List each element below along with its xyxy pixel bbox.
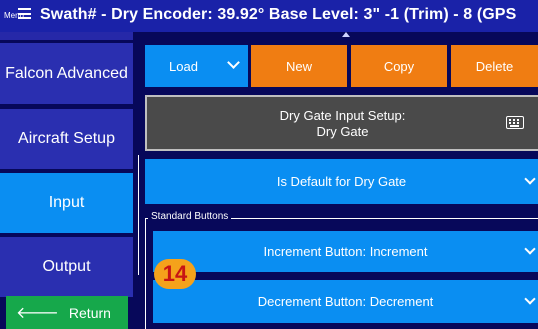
header-bar: Menu Swath# - Dry Encoder: 39.92° Base L… (0, 0, 538, 32)
step-number-badge: 14 (154, 259, 196, 289)
dry-gate-title: Dry Gate Input Setup: (279, 108, 406, 123)
chevron-down-icon (524, 293, 536, 305)
sidebar: Falcon Advanced Aircraft Setup Input Out… (0, 32, 134, 329)
sidebar-item-partial[interactable] (0, 32, 133, 40)
load-dropdown[interactable]: Load (145, 45, 248, 87)
status-title: Swath# - Dry Encoder: 39.92° Base Level:… (40, 6, 517, 23)
dry-gate-input-setup[interactable]: Dry Gate Input Setup: Dry Gate (145, 95, 538, 151)
sidebar-item-label: Output (42, 258, 91, 275)
sidebar-item-input[interactable]: Input (0, 173, 133, 233)
delete-label: Delete (475, 58, 514, 74)
sidebar-item-label: Falcon Advanced (5, 64, 128, 82)
decrement-label: Decrement Button: Decrement (257, 294, 434, 309)
keyboard-icon[interactable] (506, 116, 524, 129)
arrow-left-icon: 🡐 (16, 305, 59, 322)
delete-button[interactable]: Delete (451, 45, 538, 87)
new-label: New (285, 58, 312, 74)
hamburger-menu-icon[interactable] (18, 8, 31, 19)
copy-label: Copy (383, 58, 415, 74)
dry-gate-name: Dry Gate (316, 124, 369, 139)
sidebar-item-output[interactable]: Output (0, 237, 133, 297)
decrement-button-dropdown[interactable]: Decrement Button: Decrement (153, 280, 538, 323)
return-label: Return (68, 304, 111, 321)
copy-button[interactable]: Copy (351, 45, 447, 87)
chevron-down-icon (227, 56, 240, 69)
chevron-down-icon (524, 243, 536, 255)
standard-buttons-label: Standard Buttons (148, 211, 232, 222)
main-panel: Load New Copy Delete Dry Gate Input Setu… (134, 32, 538, 329)
sidebar-item-label: Input (48, 194, 85, 211)
increment-button-dropdown[interactable]: Increment Button: Increment (153, 231, 538, 272)
increment-label: Increment Button: Increment (263, 244, 428, 259)
load-label: Load (169, 58, 198, 74)
new-button[interactable]: New (251, 45, 347, 87)
scroll-up-icon[interactable] (342, 32, 350, 37)
sidebar-item-label: Aircraft Setup (18, 130, 115, 147)
app-window: Menu Swath# - Dry Encoder: 39.92° Base L… (0, 0, 538, 329)
chevron-down-icon (524, 173, 536, 185)
scroll-divider (138, 155, 139, 275)
is-default-label: Is Default for Dry Gate (276, 174, 407, 189)
return-button[interactable]: 🡐 Return (6, 296, 128, 329)
is-default-dropdown[interactable]: Is Default for Dry Gate (145, 159, 538, 204)
sidebar-item-falcon-advanced[interactable]: Falcon Advanced (0, 43, 133, 104)
sidebar-item-aircraft-setup[interactable]: Aircraft Setup (0, 109, 133, 169)
